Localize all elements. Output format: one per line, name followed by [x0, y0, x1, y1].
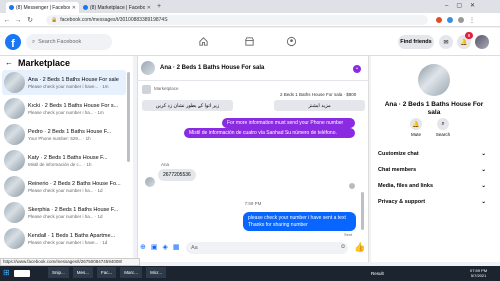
clock[interactable]: 07:59 PM 5/7/2021	[470, 268, 487, 278]
home-icon[interactable]	[198, 36, 209, 47]
groups-icon[interactable]	[286, 36, 297, 47]
profile-icon[interactable]	[458, 17, 464, 23]
list-item[interactable]: Kendall · 1 Beds 1 Baths Apartme... Pleas…	[2, 226, 126, 251]
chevron-down-icon: ⌄	[481, 182, 486, 189]
section-chat-members[interactable]: Chat members ⌄	[378, 165, 486, 174]
message-outgoing[interactable]: Mistil de información de cuatro vía Sanh…	[184, 128, 355, 138]
forward-icon[interactable]: →	[13, 15, 23, 25]
back-arrow-icon[interactable]: ←	[5, 58, 13, 67]
address-bar[interactable]: 🔒 facebook.com/messages/t/30100883389198…	[46, 15, 428, 25]
extension-icon[interactable]	[436, 17, 442, 23]
listing-photo	[418, 64, 450, 96]
emoji-icon[interactable]: ☺	[340, 244, 346, 250]
listing-thumbnail	[4, 150, 25, 171]
list-item[interactable]: Katy · 2 Beds 1 Baths House F... Mistil d…	[2, 148, 126, 173]
list-item[interactable]: Kıcki · 2 Beds 1 Baths House For s... Ple…	[2, 96, 126, 121]
message-input[interactable]: Aa	[186, 242, 348, 254]
listing-thumbnail	[4, 228, 25, 249]
listing-thumbnail	[4, 124, 25, 145]
mark-as-sold-button[interactable]: زیر اتوا کے بطور نشان زد کریں	[142, 100, 233, 111]
window-controls[interactable]: –▢✕	[445, 2, 483, 9]
list-item[interactable]: Ana · 2 Beds 1 Baths House For sale Pleas…	[2, 70, 126, 95]
notification-badge: 8	[465, 32, 473, 39]
windows-start-icon[interactable]: ⊞	[3, 269, 11, 277]
list-item[interactable]: Reinerio · 2 Beds 2 Baths House Fo... Ple…	[2, 174, 126, 199]
facebook-logo-icon[interactable]: f	[5, 34, 21, 50]
message-incoming[interactable]: 2677205536	[158, 169, 196, 181]
image-icon[interactable]: ▣	[151, 243, 158, 251]
taskbar-app[interactable]: Marc...	[120, 267, 143, 278]
reload-icon[interactable]: ↻	[25, 15, 35, 25]
status-url: https://www.facebook.com/messages/t/2675…	[0, 258, 140, 266]
chat-avatar[interactable]	[141, 61, 155, 75]
messenger-favicon-icon	[9, 5, 14, 10]
sender-name: Ana	[161, 162, 170, 167]
back-icon[interactable]: ←	[2, 15, 12, 25]
section-privacy-support[interactable]: Privacy & support ⌄	[378, 197, 486, 206]
taskbar-search[interactable]	[14, 270, 30, 277]
new-tab-icon[interactable]: +	[157, 3, 161, 10]
toolbar-extensions: ⋮	[436, 15, 491, 25]
more-options-button[interactable]: مزید ایشنز	[274, 100, 365, 111]
taskbar-app[interactable]: Micr...	[146, 267, 167, 278]
weather-label[interactable]: Result	[371, 271, 384, 276]
gif-icon[interactable]: ▦	[173, 243, 180, 251]
find-friends-button[interactable]: Find friends	[398, 35, 434, 49]
close-tab-icon[interactable]: ✕	[72, 5, 76, 11]
search-icon[interactable]: ⌕	[437, 118, 449, 130]
mute-icon[interactable]: 🔔	[410, 118, 422, 130]
messenger-icon[interactable]: ✉	[439, 35, 453, 49]
sent-status: Sent	[344, 232, 353, 237]
seen-avatar	[349, 183, 355, 189]
divider	[137, 80, 369, 81]
details-title: Ana · 2 Beds 1 Baths House For sala	[384, 101, 484, 116]
section-customize-chat[interactable]: Customize chat ⌄	[378, 149, 486, 158]
sticker-icon[interactable]: ◈	[163, 243, 168, 251]
composer-actions: ⊕ ▣ ◈ ▦	[140, 243, 180, 251]
chevron-down-icon: ⌄	[481, 150, 486, 157]
taskbar-app[interactable]: Mes...	[72, 267, 94, 278]
scrollbar[interactable]	[127, 72, 130, 162]
timestamp: 7:59 PM	[244, 201, 262, 206]
avatar[interactable]	[475, 35, 489, 49]
more-icon[interactable]: •	[353, 65, 361, 73]
taskbar-app[interactable]: Fac...	[97, 267, 117, 278]
browser-tab[interactable]: (8) Messenger | Facebook ✕	[6, 2, 79, 13]
list-item[interactable]: Pedro · 2 Beds 1 Baths House F... Your Ph…	[2, 122, 126, 147]
lock-icon: 🔒	[51, 17, 58, 23]
listing-thumbnail	[4, 202, 25, 223]
list-item[interactable]: Skerphia · 2 Beds 1 Baths House F... Plea…	[2, 200, 126, 225]
listing-description: 2 Beds 1 Baths House For sala · $800	[280, 92, 357, 97]
menu-icon[interactable]: ⋮	[469, 17, 475, 24]
sender-avatar	[145, 177, 155, 187]
scrollbar[interactable]	[361, 192, 364, 230]
close-tab-icon[interactable]: ✕	[147, 5, 151, 11]
taskbar-app[interactable]: Snip...	[48, 267, 69, 278]
browser-tab[interactable]: (8) Marketplace | Facebook ✕	[80, 2, 154, 13]
like-icon[interactable]: 👍	[354, 242, 365, 253]
search-input[interactable]: ⌕ Search Facebook	[26, 34, 112, 50]
chat-title[interactable]: Ana · 2 Beds 1 Baths House For sala	[160, 65, 264, 71]
search-icon: ⌕	[32, 38, 36, 45]
marketplace-icon[interactable]	[244, 36, 255, 47]
message-outgoing[interactable]: please check your number i have sent a t…	[243, 212, 356, 231]
taskbar-apps: Snip... Mes... Fac... Marc... Micr...	[48, 267, 167, 278]
mute-label: Mute	[410, 132, 421, 137]
listing-thumbnail	[4, 176, 25, 197]
chevron-down-icon: ⌄	[481, 198, 486, 205]
section-media-files[interactable]: Media, files and links ⌄	[378, 181, 486, 190]
listing-thumbnail	[4, 98, 25, 119]
facebook-favicon-icon	[83, 5, 88, 10]
listing-thumbnail	[142, 85, 151, 94]
message-outgoing[interactable]: For more information must send your Phon…	[222, 118, 355, 128]
search-label: Search	[435, 132, 451, 137]
listing-thumbnail	[4, 72, 25, 93]
listing-label: Marketplace	[154, 86, 179, 91]
chevron-down-icon: ⌄	[481, 166, 486, 173]
extension-icon[interactable]	[447, 17, 453, 23]
plus-icon[interactable]: ⊕	[140, 243, 146, 251]
panel-title: Marketplace	[18, 58, 71, 68]
